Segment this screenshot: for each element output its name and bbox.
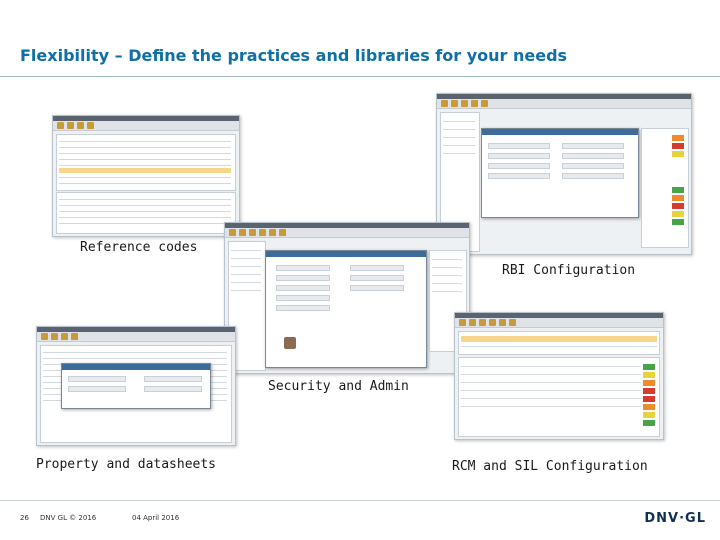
page-number: 26 xyxy=(20,514,29,522)
footer-divider xyxy=(0,500,720,501)
property-datasheets-screenshot xyxy=(36,326,236,446)
rbi-configuration-screenshot xyxy=(436,93,692,255)
rcm-sil-screenshot xyxy=(454,312,664,440)
caption-rcm-sil: RCM and SIL Configuration xyxy=(452,459,648,474)
caption-security-admin: Security and Admin xyxy=(268,379,409,394)
dnv-gl-logo: DNV·GL xyxy=(644,511,706,526)
caption-rbi-configuration: RBI Configuration xyxy=(502,263,636,278)
copyright: DNV GL © 2016 xyxy=(40,514,97,522)
title-divider xyxy=(0,76,720,77)
security-admin-screenshot xyxy=(224,222,470,374)
slide-title: Flexibility – Define the practices and l… xyxy=(20,46,568,65)
caption-property-datasheets: Property and datasheets xyxy=(36,457,217,472)
reference-codes-screenshot xyxy=(52,115,240,237)
slide-footer: 26 DNV GL © 2016 04 April 2016 DNV·GL xyxy=(0,500,720,540)
footer-date: 04 April 2016 xyxy=(132,514,180,522)
caption-reference-codes: Reference codes xyxy=(80,240,198,255)
